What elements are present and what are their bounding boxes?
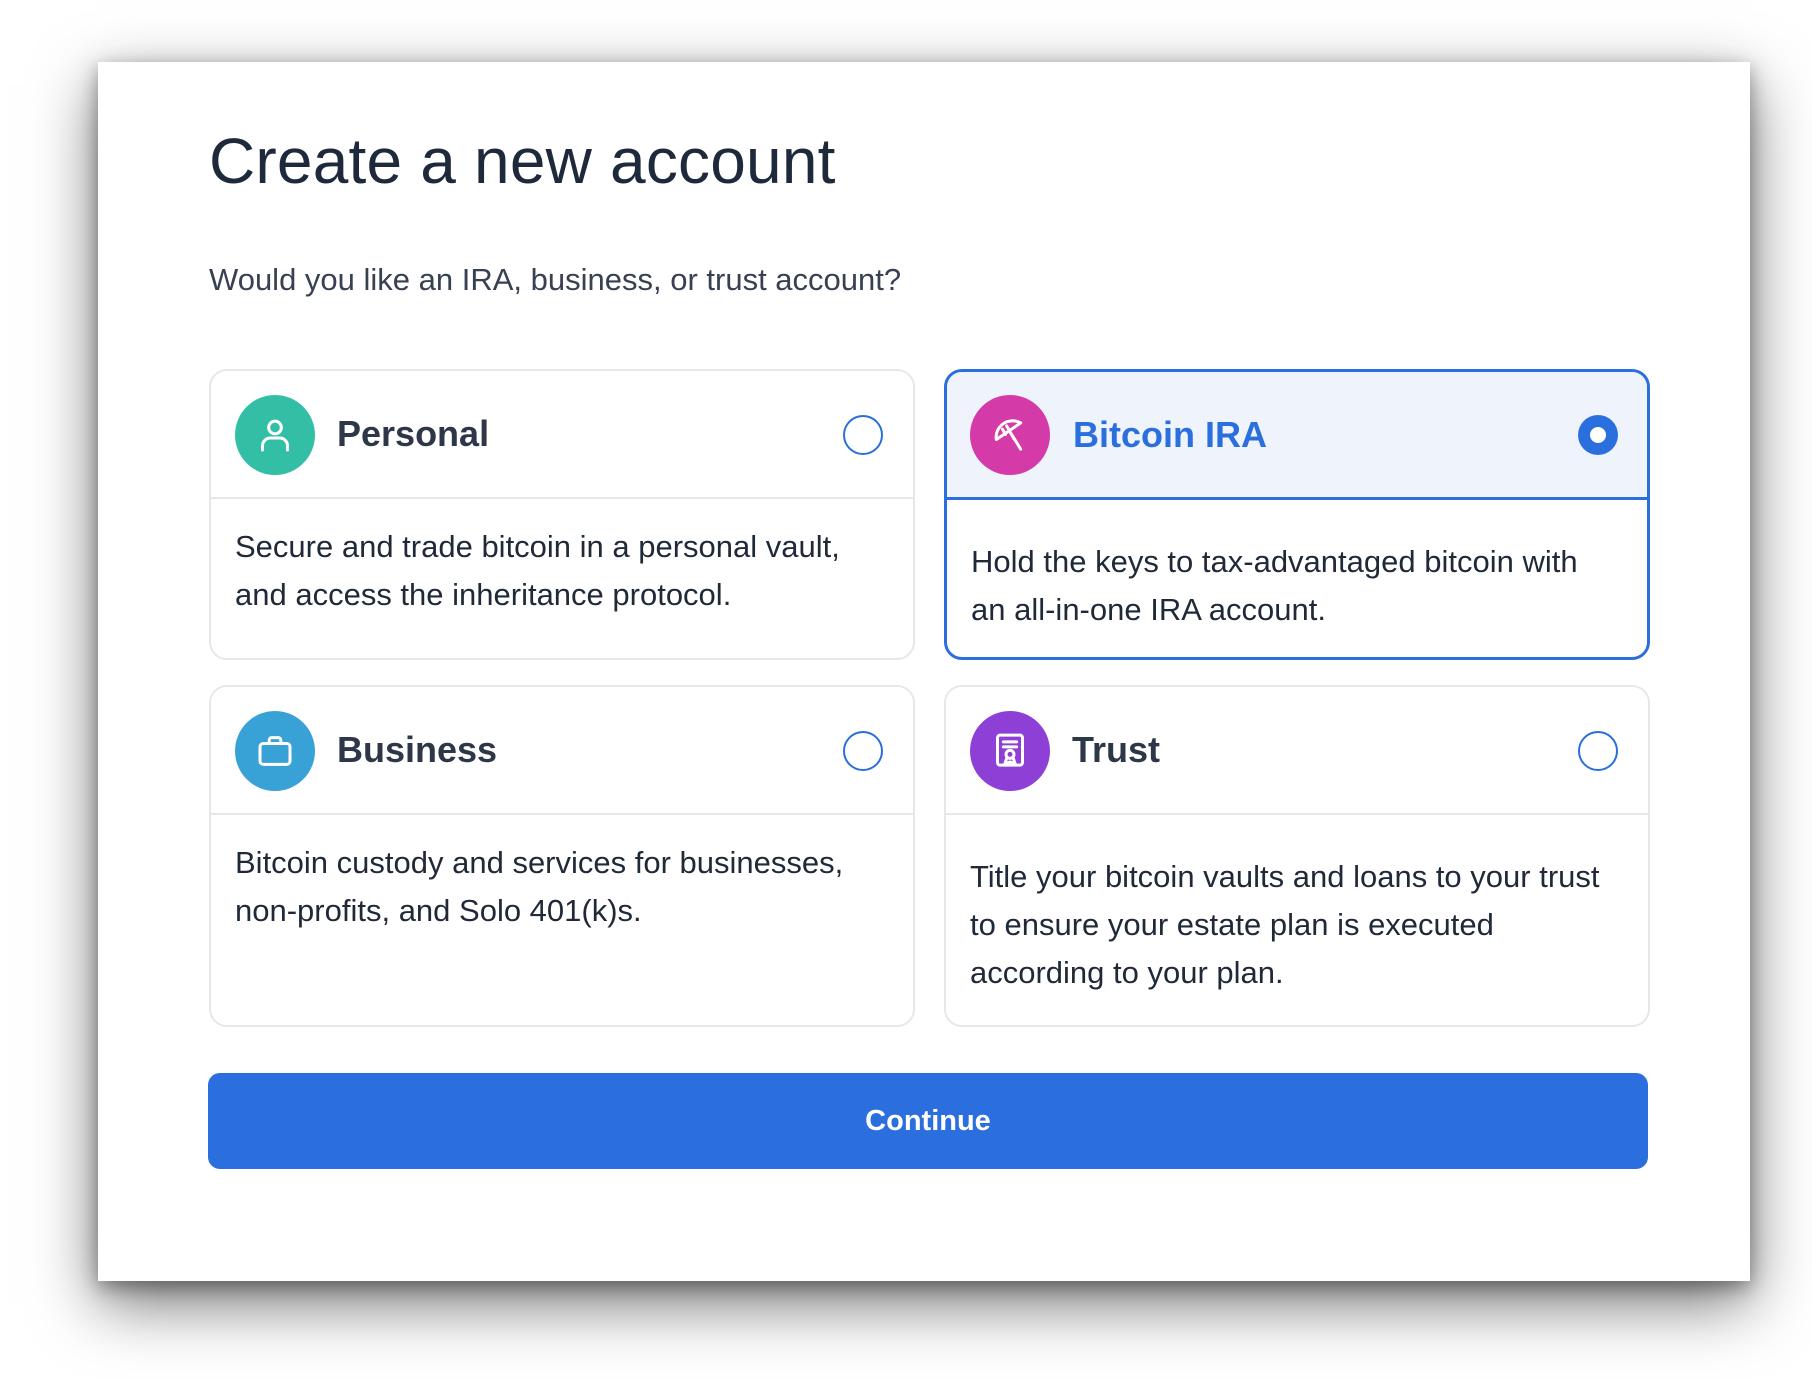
option-header: Trust (946, 687, 1648, 815)
option-title: Personal (337, 413, 490, 454)
option-title: Bitcoin IRA (1073, 414, 1267, 455)
option-header: Business (211, 687, 913, 815)
account-option-trust[interactable]: Trust Title your bitcoin vaults and loan… (944, 685, 1650, 1027)
option-description: Title your bitcoin vaults and loans to y… (970, 859, 1600, 990)
certificate-icon (970, 711, 1050, 791)
person-icon (235, 395, 315, 475)
page-subtitle: Would you like an IRA, business, or trus… (209, 262, 902, 297)
option-description: Secure and trade bitcoin in a personal v… (235, 529, 840, 612)
option-title: Business (337, 729, 498, 770)
radio-bitcoin-ira[interactable] (1578, 415, 1618, 455)
option-title: Trust (1072, 729, 1161, 770)
page-title: Create a new account (209, 125, 836, 197)
account-option-business[interactable]: Business Bitcoin custody and services fo… (209, 685, 915, 1027)
radio-business[interactable] (843, 731, 883, 771)
radio-trust[interactable] (1578, 731, 1618, 771)
option-header: Bitcoin IRA (947, 372, 1647, 500)
create-account-dialog: Create a new account Would you like an I… (98, 62, 1750, 1281)
radio-personal[interactable] (843, 415, 883, 455)
umbrella-icon (970, 395, 1050, 475)
account-option-personal[interactable]: Personal Secure and trade bitcoin in a p… (209, 369, 915, 660)
option-description: Hold the keys to tax-advantaged bitcoin … (971, 544, 1578, 627)
account-option-bitcoin-ira[interactable]: Bitcoin IRA Hold the keys to tax-advanta… (944, 369, 1650, 660)
continue-button[interactable]: Continue (208, 1073, 1648, 1169)
briefcase-icon (235, 711, 315, 791)
option-description: Bitcoin custody and services for busines… (235, 845, 844, 928)
option-header: Personal (211, 371, 913, 499)
